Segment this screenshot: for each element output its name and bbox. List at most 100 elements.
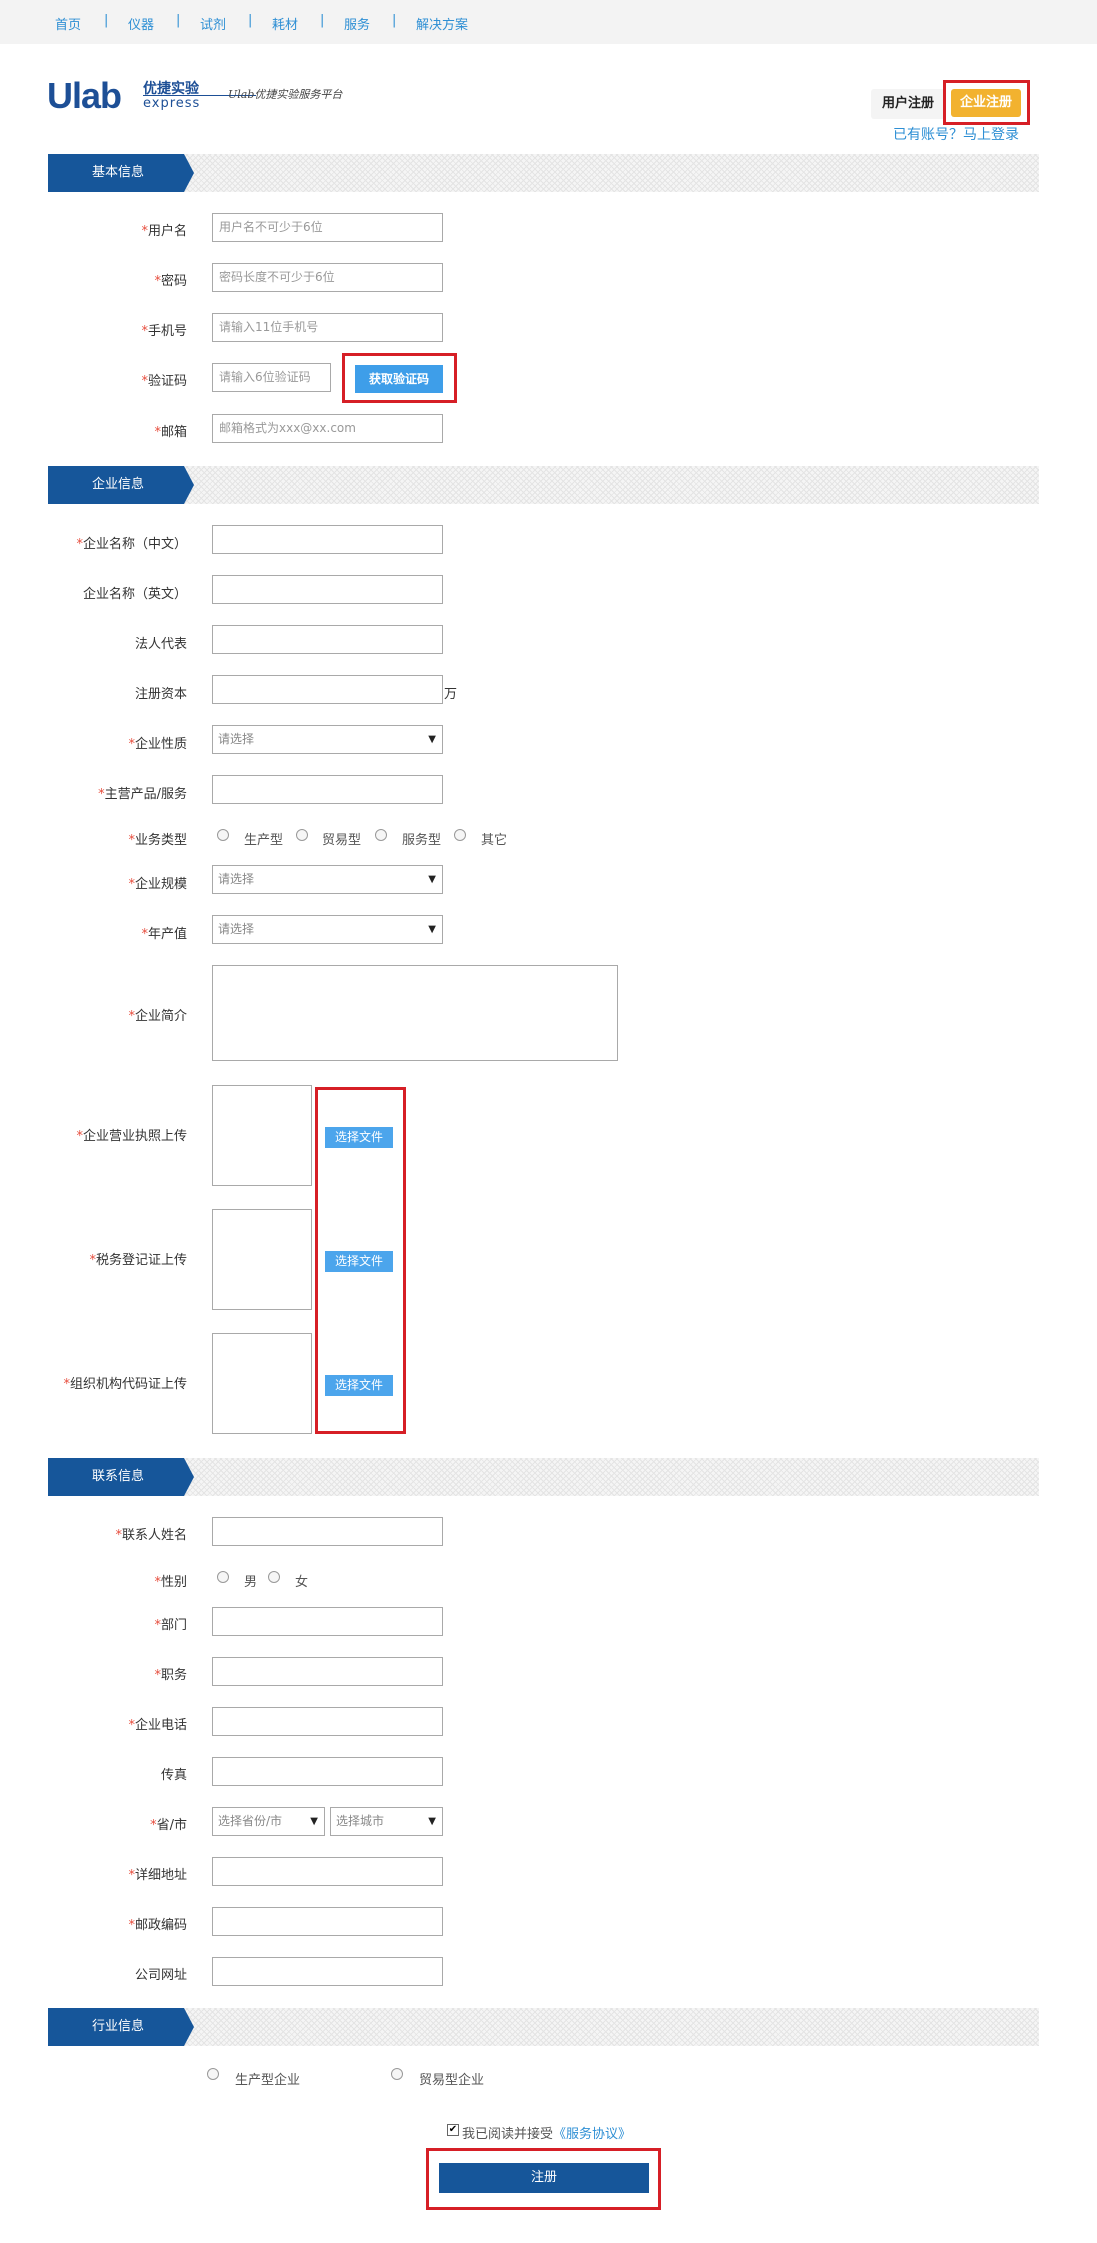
business-type-radio-service[interactable] (375, 829, 387, 841)
code-input[interactable]: 请输入6位验证码 (212, 363, 331, 392)
main-product-label: *主营产品/服务 (98, 787, 187, 802)
email-input[interactable]: 邮箱格式为xxx@xx.com (212, 414, 443, 443)
postcode-label: *邮政编码 (128, 1918, 187, 1933)
password-label: *密码 (154, 274, 187, 289)
annual-output-select[interactable]: 请选择 ▼ (212, 915, 443, 944)
business-type-option-label: 生产型 (244, 833, 284, 848)
enterprise-register-highlight: 企业注册 (943, 80, 1030, 125)
position-input[interactable] (212, 1657, 443, 1686)
contact-name-label: *联系人姓名 (115, 1528, 187, 1543)
industry-radio-trade[interactable] (391, 2068, 403, 2080)
section-contact-header: 联系信息 (48, 1458, 1039, 1496)
website-input[interactable] (212, 1957, 443, 1986)
address-label: *详细地址 (128, 1868, 187, 1883)
nature-select[interactable]: 请选择 ▼ (212, 725, 443, 754)
main-product-input[interactable] (212, 775, 443, 804)
gender-radio-female[interactable] (268, 1571, 280, 1583)
tax-upload-label: *税务登记证上传 (89, 1253, 187, 1268)
industry-option-label: 贸易型企业 (419, 2073, 485, 2088)
company-name-en-input[interactable] (212, 575, 443, 604)
agreement-checkbox[interactable]: ✔ (447, 2124, 459, 2136)
section-title: 基本信息 (91, 165, 144, 180)
capital-unit: 万 (444, 687, 458, 702)
industry-radio-production[interactable] (207, 2068, 219, 2080)
fax-label: 传真 (160, 1768, 187, 1783)
logo-slogan: Ulab优捷实验服务平台 (228, 88, 343, 101)
nav-instruments[interactable]: 仪器 (128, 14, 154, 33)
company-phone-input[interactable] (212, 1707, 443, 1736)
capital-input[interactable] (212, 675, 443, 704)
nav-consumables[interactable]: 耗材 (272, 14, 298, 33)
province-select[interactable]: 选择省份/市 ▼ (212, 1807, 325, 1836)
phone-label: *手机号 (141, 324, 187, 339)
business-type-radio-other[interactable] (454, 829, 466, 841)
dropdown-arrow-icon: ▼ (428, 924, 436, 935)
department-label: *部门 (154, 1618, 187, 1633)
dropdown-arrow-icon: ▼ (428, 734, 436, 745)
username-input[interactable]: 用户名不可少于6位 (212, 213, 443, 242)
dropdown-arrow-icon: ▼ (428, 1816, 436, 1827)
city-select[interactable]: 选择城市 ▼ (330, 1807, 443, 1836)
legal-rep-input[interactable] (212, 625, 443, 654)
department-input[interactable] (212, 1607, 443, 1636)
scale-select[interactable]: 请选择 ▼ (212, 865, 443, 894)
gender-radio-male[interactable] (217, 1571, 229, 1583)
section-basic-header: 基本信息 (48, 154, 1039, 192)
agreement-text: 我已阅读并接受《服务协议》 (462, 2127, 632, 2142)
gender-option-label: 男 (244, 1575, 258, 1590)
website-label: 公司网址 (134, 1968, 187, 1983)
code-label: *验证码 (141, 374, 187, 389)
user-register-button[interactable]: 用户注册 (871, 89, 945, 119)
capital-label: 注册资本 (134, 687, 187, 702)
business-type-option-label: 服务型 (402, 833, 442, 848)
section-title: 联系信息 (91, 1469, 144, 1484)
contact-name-input[interactable] (212, 1517, 443, 1546)
gender-label: *性别 (154, 1575, 187, 1590)
industry-option-label: 生产型企业 (235, 2073, 301, 2088)
business-type-radio-trade[interactable] (296, 829, 308, 841)
postcode-input[interactable] (212, 1907, 443, 1936)
logo-en: express (143, 96, 201, 111)
password-input[interactable]: 密码长度不可少于6位 (212, 263, 443, 292)
position-label: *职务 (154, 1668, 187, 1683)
nav-solutions[interactable]: 解决方案 (416, 14, 468, 33)
org-code-preview (212, 1333, 312, 1434)
intro-textarea[interactable] (212, 965, 618, 1061)
logo-brand: Ulab (47, 75, 122, 116)
enterprise-register-button[interactable]: 企业注册 (951, 89, 1021, 117)
register-submit-button[interactable]: 注册 (439, 2163, 649, 2193)
top-nav: 首页 | 仪器 | 试剂 | 耗材 | 服务 | 解决方案 (0, 0, 1097, 44)
company-name-cn-label: *企业名称（中文） (76, 537, 187, 552)
nature-label: *企业性质 (128, 737, 187, 752)
license-upload-label: *企业营业执照上传 (76, 1129, 187, 1144)
get-code-button[interactable]: 获取验证码 (355, 365, 443, 393)
service-agreement-link[interactable]: 《服务协议》 (553, 2127, 631, 2142)
nav-home[interactable]: 首页 (55, 14, 81, 33)
nav-reagents[interactable]: 试剂 (200, 14, 226, 33)
nav-separator: | (320, 13, 325, 28)
address-input[interactable] (212, 1857, 443, 1886)
fax-input[interactable] (212, 1757, 443, 1786)
site-logo[interactable]: Ulab 优捷实验 express (47, 75, 256, 116)
section-title: 行业信息 (91, 2019, 144, 2034)
city-select-value: 选择城市 (336, 1814, 385, 1828)
get-code-highlight: 获取验证码 (342, 353, 457, 403)
login-link[interactable]: 已有账号？马上登录 (893, 124, 1019, 144)
section-title: 企业信息 (91, 477, 144, 492)
submit-highlight: 注册 (426, 2148, 661, 2210)
nav-services[interactable]: 服务 (344, 14, 370, 33)
nature-select-value: 请选择 (218, 732, 255, 746)
scale-label: *企业规模 (128, 877, 187, 892)
dropdown-arrow-icon: ▼ (428, 874, 436, 885)
company-name-cn-input[interactable] (212, 525, 443, 554)
business-type-radio-production[interactable] (217, 829, 229, 841)
business-type-option-label: 贸易型 (322, 833, 362, 848)
intro-label: *企业简介 (128, 1009, 187, 1024)
nav-separator: | (104, 13, 109, 28)
annual-output-label: *年产值 (141, 927, 187, 942)
province-select-value: 选择省份/市 (218, 1814, 283, 1828)
username-label: *用户名 (141, 224, 187, 239)
upload-buttons-highlight (315, 1087, 406, 1434)
phone-input[interactable]: 请输入11位手机号 (212, 313, 443, 342)
company-phone-label: *企业电话 (128, 1718, 187, 1733)
